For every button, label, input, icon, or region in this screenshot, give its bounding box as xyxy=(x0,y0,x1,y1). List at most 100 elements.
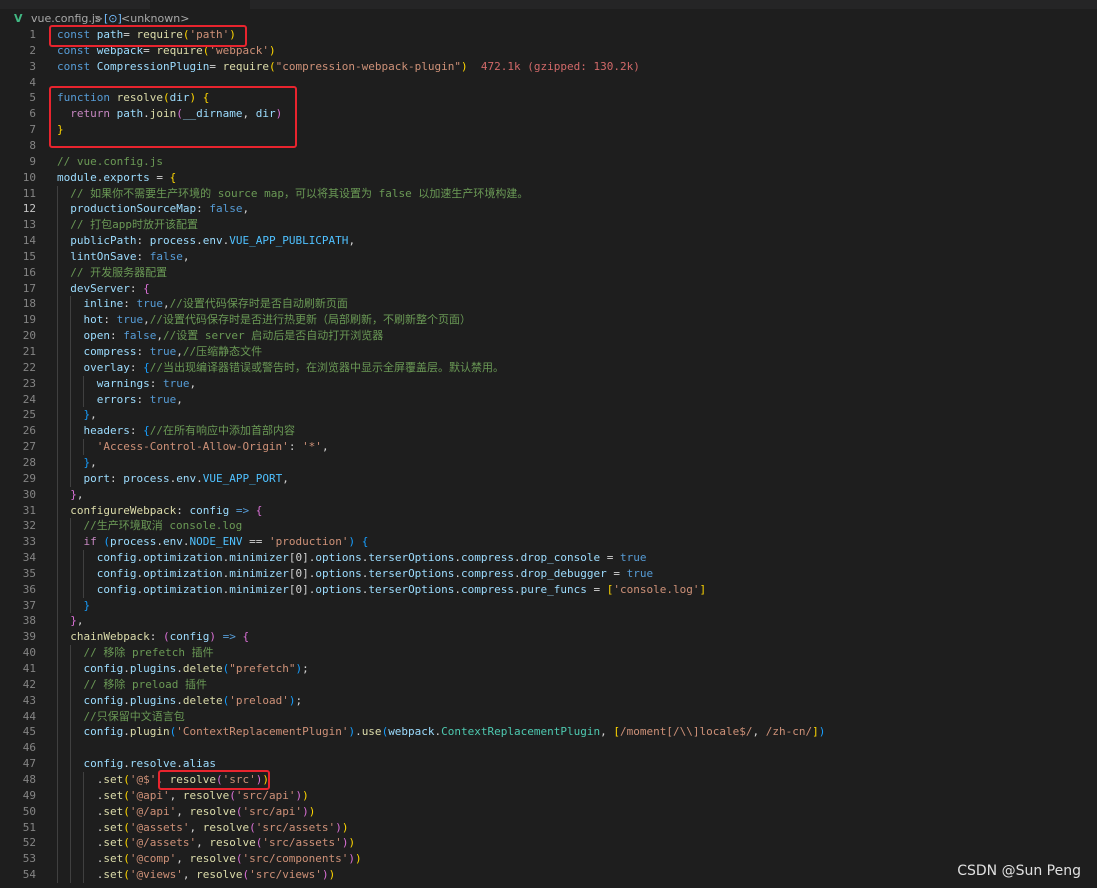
code-token: ( xyxy=(123,836,130,850)
code-line[interactable]: 38 }, xyxy=(0,613,1097,629)
code-text: chainWebpack: (config) => { xyxy=(57,629,249,645)
code-token: terserOptions xyxy=(368,582,455,596)
code-line[interactable]: 27 'Access-Control-Allow-Origin': '*', xyxy=(0,439,1097,455)
code-line[interactable]: 42 // 移除 preload 插件 xyxy=(0,677,1097,693)
code-line[interactable]: 45 config.plugin('ContextReplacementPlug… xyxy=(0,724,1097,740)
code-line[interactable]: 32 //生产环境取消 console.log xyxy=(0,518,1097,534)
code-line[interactable]: 23 warnings: true, xyxy=(0,376,1097,392)
code-token: minimizer xyxy=(229,551,289,565)
code-line[interactable]: 43 config.plugins.delete('preload'); xyxy=(0,693,1097,709)
code-token: resolve xyxy=(202,820,250,834)
code-line[interactable]: 37 } xyxy=(0,598,1097,614)
code-line[interactable]: 12 productionSourceMap: false, xyxy=(0,201,1097,217)
code-line[interactable]: 10 module.exports = { xyxy=(0,170,1097,186)
code-line[interactable]: 29 port: process.env.VUE_APP_PORT, xyxy=(0,471,1097,487)
code-text: }, xyxy=(57,407,97,423)
code-line[interactable]: 31 configureWebpack: config => { xyxy=(0,503,1097,519)
code-token: inline xyxy=(83,297,124,311)
code-line[interactable]: 34 config.optimization.minimizer[0].opti… xyxy=(0,550,1097,566)
code-editor[interactable]: 1 const path= require('path') 2 const webpa… xyxy=(0,27,1097,888)
code-token: //压缩静态文件 xyxy=(182,345,263,358)
code-token: compress xyxy=(461,582,515,596)
code-line[interactable]: 54 .set('@views', resolve('src/views')) xyxy=(0,867,1097,883)
code-token: true xyxy=(620,551,647,565)
code-token: ) xyxy=(321,868,329,882)
code-line[interactable]: 24 errors: true, xyxy=(0,392,1097,408)
line-number: 33 xyxy=(22,535,36,549)
code-line[interactable]: 15 lintOnSave: false, xyxy=(0,249,1097,265)
line-number: 31 xyxy=(22,503,36,517)
code-line[interactable]: 14 publicPath: process.env.VUE_APP_PUBLI… xyxy=(0,233,1097,249)
code-token: ] xyxy=(812,725,819,739)
code-line[interactable]: 44 //只保留中文语言包 xyxy=(0,709,1097,725)
code-line[interactable]: 40 // 移除 prefetch 插件 xyxy=(0,645,1097,661)
code-token: // 移除 preload 插件 xyxy=(83,677,207,691)
code-line[interactable]: 53 .set('@comp', resolve('src/components… xyxy=(0,851,1097,867)
code-token: } xyxy=(83,598,91,612)
code-line[interactable]: 41 config.plugins.delete("prefetch"); xyxy=(0,661,1097,677)
code-token: { xyxy=(143,360,150,374)
code-line[interactable]: 11 // 如果你不需要生产环境的 source map，可以将其设置为 fal… xyxy=(0,186,1097,202)
indent-guide xyxy=(70,518,71,614)
code-token: 'Access-Control-Allow-Origin' xyxy=(96,440,289,454)
code-token: publicPath xyxy=(70,234,137,248)
code-token: set xyxy=(103,820,124,834)
code-line[interactable]: 52 .set('@/assets', resolve('src/assets'… xyxy=(0,835,1097,851)
code-token: , xyxy=(182,868,197,882)
code-line[interactable]: 17 devServer: { xyxy=(0,281,1097,297)
code-line[interactable]: 25 }, xyxy=(0,407,1097,423)
code-text: config.plugins.delete("prefetch"); xyxy=(57,661,309,677)
code-line[interactable]: 49 .set('@api', resolve('src/api')) xyxy=(0,788,1097,804)
code-line[interactable]: 28 }, xyxy=(0,455,1097,471)
code-token: overlay xyxy=(83,360,130,374)
code-line[interactable]: 30 }, xyxy=(0,487,1097,503)
code-token: 'src/api' xyxy=(235,788,296,802)
code-line[interactable]: 35 config.optimization.minimizer[0].opti… xyxy=(0,566,1097,582)
code-line[interactable]: 50 .set('@/api', resolve('src/api')) xyxy=(0,804,1097,820)
code-token: // vue.config.js xyxy=(57,154,163,168)
code-token: '@$' xyxy=(129,772,157,786)
line-number: 26 xyxy=(22,424,36,438)
vue-file-icon: V xyxy=(14,12,23,25)
code-token: { xyxy=(361,535,369,549)
code-line[interactable]: 18 inline: true,//设置代码保存时是否自动刷新页面 xyxy=(0,296,1097,312)
code-line[interactable]: 3 const CompressionPlugin= require("compr… xyxy=(0,59,1097,75)
code-line[interactable]: 20 open: false,//设置 server 启动后是否自动打开浏览器 xyxy=(0,328,1097,344)
line-number: 40 xyxy=(22,646,36,660)
code-line[interactable]: 21 compress: true,//压缩静态文件 xyxy=(0,344,1097,360)
code-line[interactable]: 16 // 开发服务器配置 xyxy=(0,265,1097,281)
code-line[interactable]: 36 config.optimization.minimizer[0].opti… xyxy=(0,582,1097,598)
code-line[interactable]: 13 // 打包app时放开该配置 xyxy=(0,217,1097,233)
code-token: : xyxy=(196,202,210,216)
indent-guide xyxy=(83,550,84,598)
code-line[interactable]: 46 xyxy=(0,740,1097,756)
line-number: 36 xyxy=(22,582,36,596)
code-line[interactable]: 51 .set('@assets', resolve('src/assets')… xyxy=(0,820,1097,836)
code-text: if (process.env.NODE_ENV == 'production'… xyxy=(57,534,369,550)
code-line[interactable]: 22 overlay: {//当出现编译器错误或警告时，在浏览器中显示全屏覆盖层… xyxy=(0,360,1097,376)
code-text: }, xyxy=(57,487,83,503)
line-number: 6 xyxy=(29,107,36,121)
code-token: env xyxy=(162,535,183,549)
code-token: : xyxy=(129,360,144,374)
code-token: optimization xyxy=(143,566,223,580)
code-token: , xyxy=(282,471,289,485)
code-line[interactable]: 39 chainWebpack: (config) => { xyxy=(0,629,1097,645)
code-token: //设置 server 启动后是否自动打开浏览器 xyxy=(163,329,384,343)
code-token: ( xyxy=(123,852,130,866)
active-tab[interactable] xyxy=(150,0,250,9)
code-token: . xyxy=(355,725,362,739)
code-line[interactable]: 26 headers: {//在所有响应中添加首部内容 xyxy=(0,423,1097,439)
code-line[interactable]: 19 hot: true,//设置代码保存时是否进行热更新（局部刷新，不刷新整个… xyxy=(0,312,1097,328)
code-line[interactable]: 33 if (process.env.NODE_ENV == 'producti… xyxy=(0,534,1097,550)
code-token: , xyxy=(189,376,197,390)
code-token: //只保留中文语言包 xyxy=(83,709,185,723)
code-token: 'src/components' xyxy=(242,852,349,866)
code-token: => xyxy=(215,630,243,644)
code-line[interactable]: 9 // vue.config.js xyxy=(0,154,1097,170)
code-token: delete xyxy=(182,662,223,675)
